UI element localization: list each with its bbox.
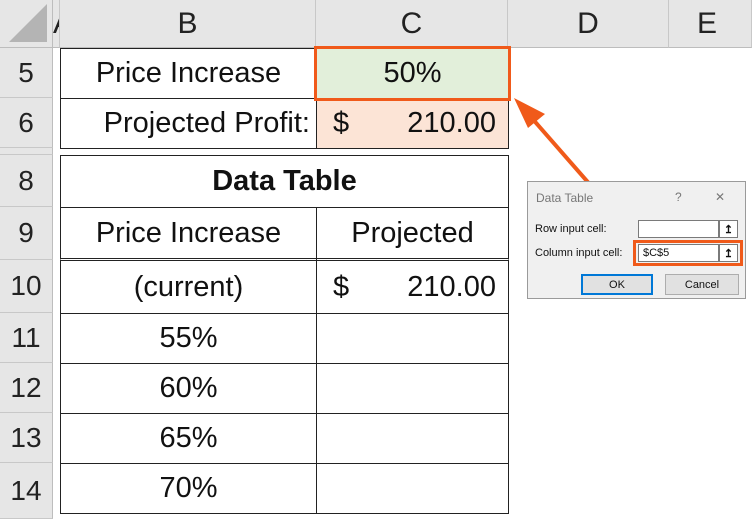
help-button[interactable]: ? — [675, 190, 682, 204]
row-input-collapse-button[interactable]: ↥ — [719, 220, 738, 238]
dialog-title: Data Table — [536, 191, 594, 205]
row-input-label: Row input cell: — [535, 223, 607, 235]
close-button[interactable]: ✕ — [715, 190, 725, 204]
row-input-field[interactable] — [638, 220, 719, 238]
column-input-label: Column input cell: — [535, 247, 623, 259]
column-input-highlight-box — [633, 240, 743, 266]
data-table-dialog: Data Table ? ✕ Row input cell: ↥ Column … — [527, 181, 746, 299]
cancel-button[interactable]: Cancel — [665, 274, 739, 295]
ok-button[interactable]: OK — [581, 274, 653, 295]
